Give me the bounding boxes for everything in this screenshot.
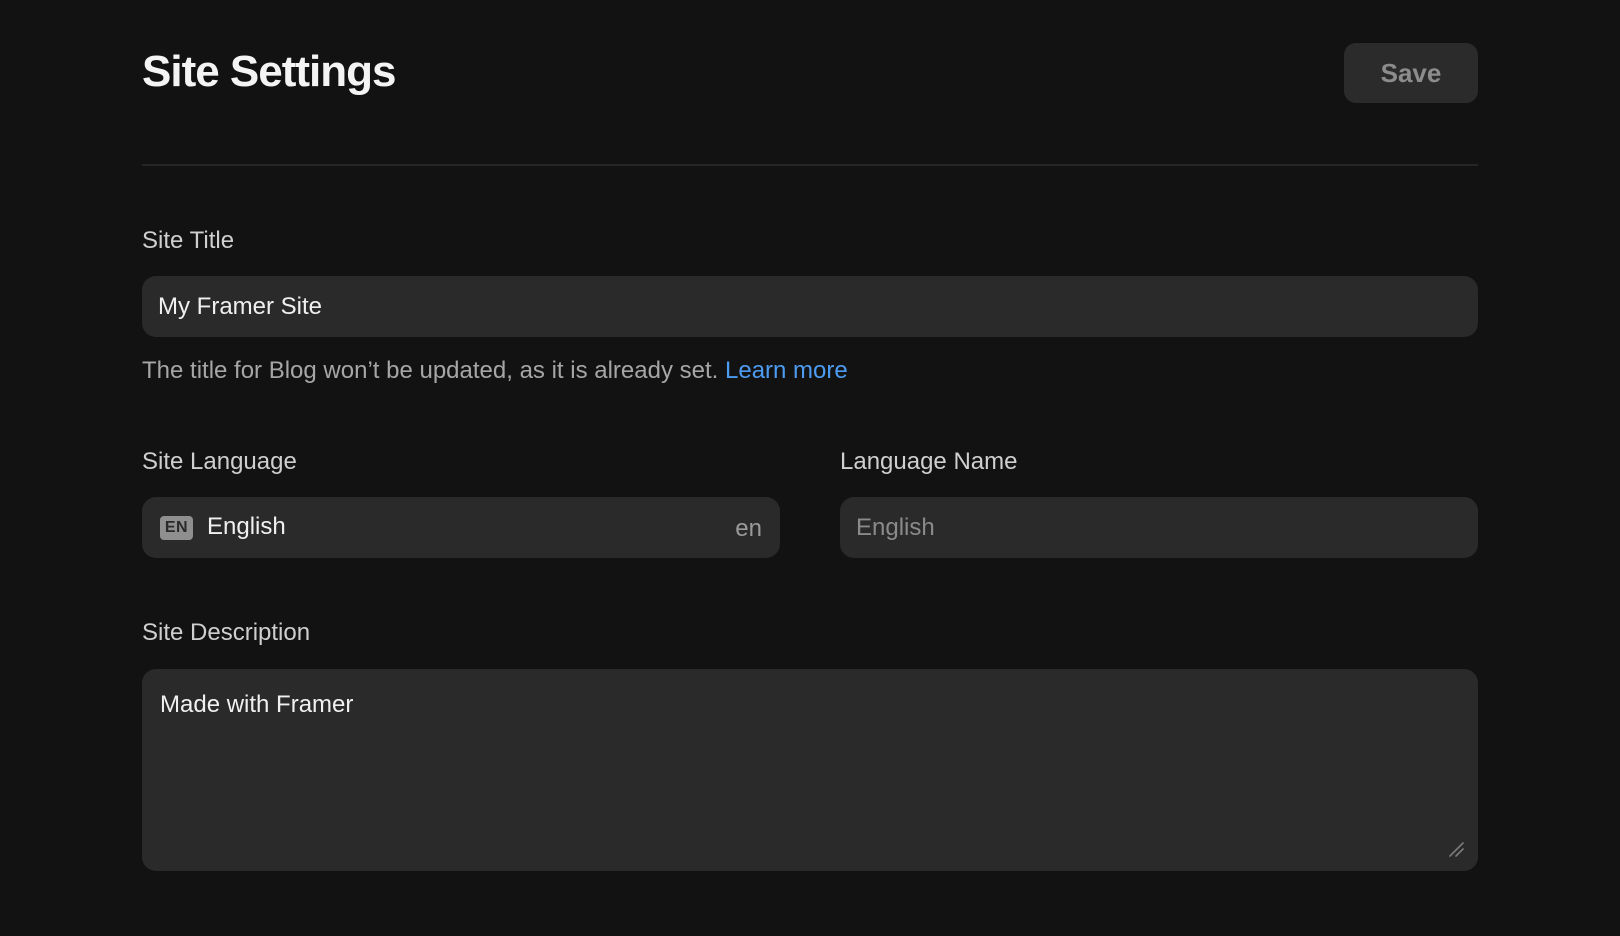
site-description-field: Made with Framer xyxy=(142,669,1478,871)
language-name-label: Language Name xyxy=(840,448,1018,475)
site-language-label: Site Language xyxy=(142,448,297,475)
page-title: Site Settings xyxy=(142,47,396,96)
language-badge-icon: EN xyxy=(160,516,193,540)
save-button[interactable]: Save xyxy=(1344,43,1478,103)
site-language-select[interactable]: EN English en xyxy=(142,497,780,558)
site-title-label: Site Title xyxy=(142,227,235,254)
site-settings-page: Site Settings Save Site Title The title … xyxy=(0,0,1620,936)
header: Site Settings Save xyxy=(142,42,1478,103)
hint-text: The title for Blog won’t be updated, as … xyxy=(142,357,719,384)
site-title-input[interactable] xyxy=(142,276,1478,337)
site-language-code: en xyxy=(735,515,762,542)
site-description-label: Site Description xyxy=(142,619,311,646)
divider xyxy=(142,164,1478,166)
learn-more-link[interactable]: Learn more xyxy=(725,357,848,384)
resize-handle-icon[interactable] xyxy=(1448,841,1464,857)
language-name-input[interactable] xyxy=(840,497,1478,558)
site-description-textarea[interactable]: Made with Framer xyxy=(142,669,1478,871)
site-language-value: English xyxy=(207,513,286,540)
site-title-hint: The title for Blog won’t be updated, as … xyxy=(142,359,848,383)
